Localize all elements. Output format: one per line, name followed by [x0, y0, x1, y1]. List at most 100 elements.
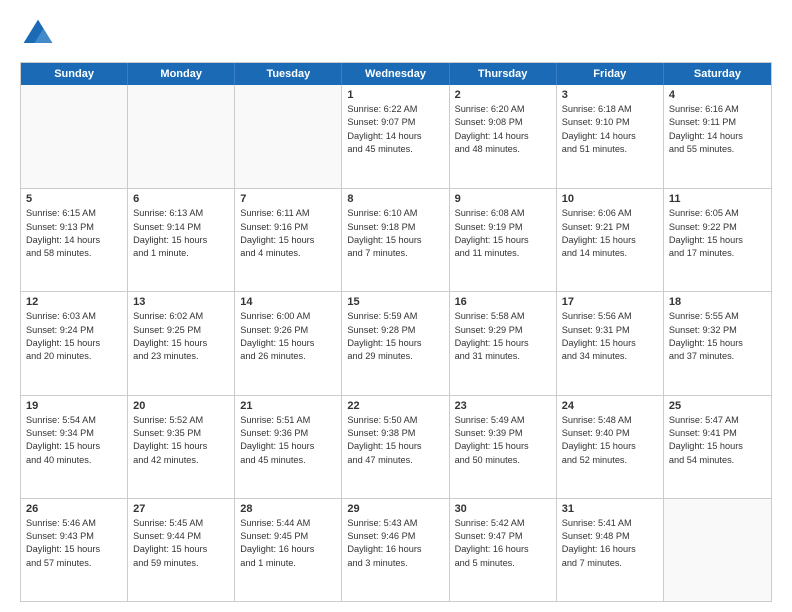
cell-info-line: Sunrise: 5:48 AM — [562, 414, 658, 427]
cell-info-line: Daylight: 15 hours — [347, 337, 443, 350]
cell-info-line: Sunrise: 5:41 AM — [562, 517, 658, 530]
cell-info-line: Sunrise: 5:59 AM — [347, 310, 443, 323]
day-number: 9 — [455, 193, 551, 205]
day-number: 15 — [347, 296, 443, 308]
cell-info-line: Sunrise: 5:51 AM — [240, 414, 336, 427]
cell-info-line: Daylight: 14 hours — [347, 130, 443, 143]
cell-info-line: and 7 minutes. — [562, 557, 658, 570]
cell-info-line: Daylight: 15 hours — [455, 337, 551, 350]
day-number: 16 — [455, 296, 551, 308]
page: SundayMondayTuesdayWednesdayThursdayFrid… — [0, 0, 792, 612]
cell-info-line: Sunset: 9:18 PM — [347, 221, 443, 234]
cell-info-line: Sunset: 9:24 PM — [26, 324, 122, 337]
cell-info-line: Sunset: 9:11 PM — [669, 116, 766, 129]
cell-info-line: and 40 minutes. — [26, 454, 122, 467]
cell-info-line: and 47 minutes. — [347, 454, 443, 467]
cell-info-line: Daylight: 15 hours — [240, 234, 336, 247]
cell-info-line: and 11 minutes. — [455, 247, 551, 260]
cell-info-line: Daylight: 15 hours — [562, 440, 658, 453]
cell-info-line: and 37 minutes. — [669, 350, 766, 363]
calendar-cell: 29 Sunrise: 5:43 AMSunset: 9:46 PMDayligh… — [342, 499, 449, 601]
calendar-cell: 20Sunrise: 5:52 AMSunset: 9:35 PMDayligh… — [128, 396, 235, 498]
calendar-cell: 27Sunrise: 5:45 AMSunset: 9:44 PMDayligh… — [128, 499, 235, 601]
calendar-cell: 4Sunrise: 6:16 AMSunset: 9:11 PMDaylight… — [664, 85, 771, 188]
calendar-cell: 10Sunrise: 6:06 AMSunset: 9:21 PMDayligh… — [557, 189, 664, 291]
cell-info-line: and 4 minutes. — [240, 247, 336, 260]
day-number: 29 — [347, 503, 443, 515]
day-number: 26 — [26, 503, 122, 515]
calendar-cell: 9Sunrise: 6:08 AMSunset: 9:19 PMDaylight… — [450, 189, 557, 291]
header-day-saturday: Saturday — [664, 63, 771, 85]
cell-info-line: Sunset: 9:39 PM — [455, 427, 551, 440]
cell-info-line: Sunset: 9:46 PM — [347, 530, 443, 543]
calendar-row-4: 26Sunrise: 5:46 AMSunset: 9:43 PMDayligh… — [21, 498, 771, 601]
cell-info-line: Sunset: 9:19 PM — [455, 221, 551, 234]
cell-info-line: Sunrise: 5:45 AM — [133, 517, 229, 530]
cell-info-line: Daylight: 15 hours — [347, 234, 443, 247]
cell-info-line: Sunrise: 6:03 AM — [26, 310, 122, 323]
cell-info-line: and 31 minutes. — [455, 350, 551, 363]
cell-info-line: and 52 minutes. — [562, 454, 658, 467]
cell-info-line: and 45 minutes. — [240, 454, 336, 467]
cell-info-line: Daylight: 15 hours — [133, 440, 229, 453]
cell-info-line: and 58 minutes. — [26, 247, 122, 260]
calendar-cell: 25Sunrise: 5:47 AMSunset: 9:41 PMDayligh… — [664, 396, 771, 498]
cell-info-line: Sunrise: 5:42 AM — [455, 517, 551, 530]
cell-info-line: Daylight: 15 hours — [26, 543, 122, 556]
cell-info-line: Daylight: 16 hours — [347, 543, 443, 556]
cell-info-line: and 1 minute. — [240, 557, 336, 570]
cell-info-line: and 55 minutes. — [669, 143, 766, 156]
calendar-cell: 1Sunrise: 6:22 AMSunset: 9:07 PMDaylight… — [342, 85, 449, 188]
cell-info-line: Daylight: 16 hours — [562, 543, 658, 556]
cell-info-line: Sunrise: 5:44 AM — [240, 517, 336, 530]
cell-info-line: and 48 minutes. — [455, 143, 551, 156]
calendar-cell — [21, 85, 128, 188]
calendar-cell: 2Sunrise: 6:20 AMSunset: 9:08 PMDaylight… — [450, 85, 557, 188]
day-number: 24 — [562, 400, 658, 412]
day-number: 13 — [133, 296, 229, 308]
cell-info-line: Sunrise: 6:13 AM — [133, 207, 229, 220]
cell-info-line: Sunrise: 6:20 AM — [455, 103, 551, 116]
cell-info-line: Sunrise: 5:55 AM — [669, 310, 766, 323]
calendar-row-3: 19Sunrise: 5:54 AMSunset: 9:34 PMDayligh… — [21, 395, 771, 498]
cell-info-line: Sunset: 9:48 PM — [562, 530, 658, 543]
day-number: 23 — [455, 400, 551, 412]
day-number: 28 — [240, 503, 336, 515]
cell-info-line: Sunrise: 5:43 AM — [347, 517, 443, 530]
day-number: 25 — [669, 400, 766, 412]
day-number: 18 — [669, 296, 766, 308]
day-number: 22 — [347, 400, 443, 412]
cell-info-line: Daylight: 15 hours — [240, 337, 336, 350]
cell-info-line: Sunset: 9:45 PM — [240, 530, 336, 543]
calendar-cell: 22Sunrise: 5:50 AMSunset: 9:38 PMDayligh… — [342, 396, 449, 498]
cell-info-line: Sunset: 9:14 PM — [133, 221, 229, 234]
cell-info-line: Daylight: 14 hours — [669, 130, 766, 143]
cell-info-line: Daylight: 15 hours — [240, 440, 336, 453]
calendar: SundayMondayTuesdayWednesdayThursdayFrid… — [20, 62, 772, 602]
cell-info-line: Daylight: 15 hours — [669, 440, 766, 453]
cell-info-line: Sunset: 9:08 PM — [455, 116, 551, 129]
calendar-body: 1Sunrise: 6:22 AMSunset: 9:07 PMDaylight… — [21, 85, 771, 601]
cell-info-line: and 20 minutes. — [26, 350, 122, 363]
calendar-cell: 30Sunrise: 5:42 AMSunset: 9:47 PMDayligh… — [450, 499, 557, 601]
cell-info-line: Sunrise: 5:58 AM — [455, 310, 551, 323]
cell-info-line: Sunset: 9:40 PM — [562, 427, 658, 440]
cell-info-line: Sunrise: 5:56 AM — [562, 310, 658, 323]
calendar-cell: 7Sunrise: 6:11 AMSunset: 9:16 PMDaylight… — [235, 189, 342, 291]
cell-info-line: Sunset: 9:41 PM — [669, 427, 766, 440]
day-number: 7 — [240, 193, 336, 205]
calendar-row-1: 5Sunrise: 6:15 AMSunset: 9:13 PMDaylight… — [21, 188, 771, 291]
cell-info-line: Daylight: 15 hours — [26, 440, 122, 453]
day-number: 12 — [26, 296, 122, 308]
cell-info-line: Sunset: 9:32 PM — [669, 324, 766, 337]
cell-info-line: and 14 minutes. — [562, 247, 658, 260]
calendar-row-2: 12 Sunrise: 6:03 AMSunset: 9:24 PM Dayligh… — [21, 291, 771, 394]
day-number: 20 — [133, 400, 229, 412]
cell-info-line: and 29 minutes. — [347, 350, 443, 363]
cell-info-line: and 7 minutes. — [347, 247, 443, 260]
cell-info-line: Sunrise: 6:08 AM — [455, 207, 551, 220]
cell-info-line: Sunset: 9:25 PM — [133, 324, 229, 337]
cell-info-line: Daylight: 15 hours — [347, 440, 443, 453]
calendar-cell: 26Sunrise: 5:46 AMSunset: 9:43 PMDayligh… — [21, 499, 128, 601]
cell-info-line: Sunset: 9:29 PM — [455, 324, 551, 337]
